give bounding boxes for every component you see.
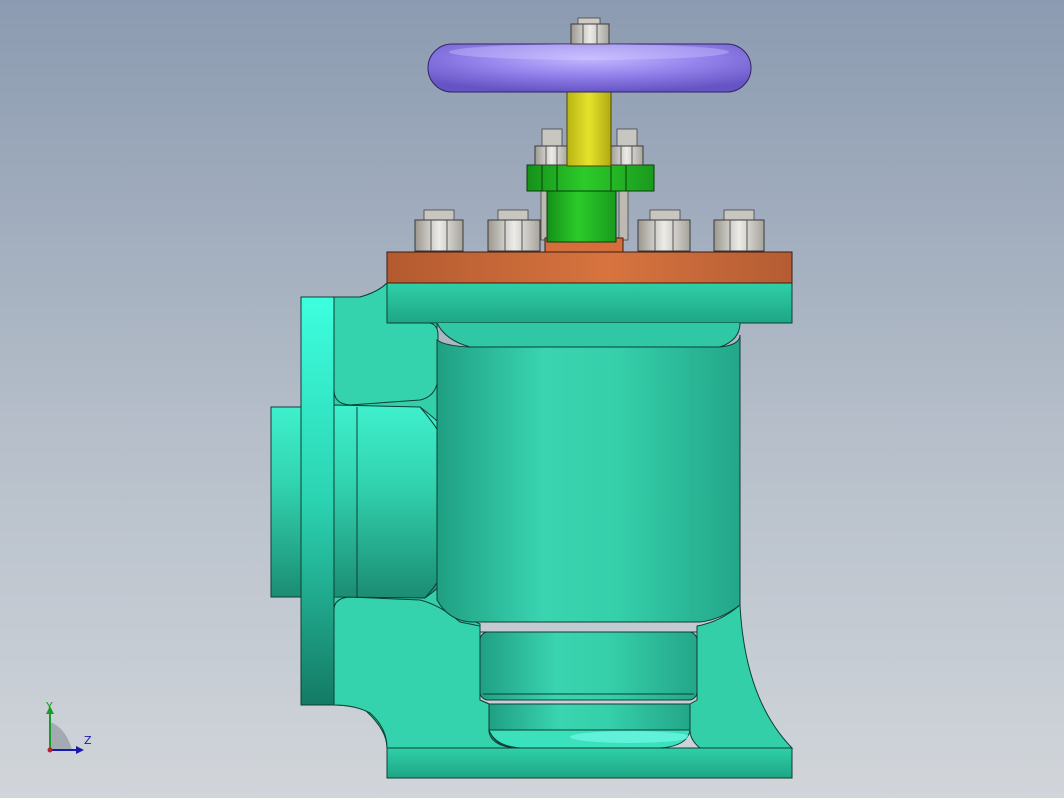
hex-nut-icon xyxy=(609,128,644,166)
hex-nut-icon xyxy=(713,209,765,252)
outlet-bore xyxy=(488,703,691,731)
main-chamber xyxy=(436,334,741,623)
triad-y-label: Y xyxy=(46,700,53,713)
hex-nut-icon xyxy=(637,209,691,252)
hex-nut-icon xyxy=(414,209,464,252)
right-lower-wall xyxy=(689,603,794,749)
inlet-spigot xyxy=(270,406,302,598)
seat-ring xyxy=(479,631,698,701)
cad-viewport[interactable]: Y Z xyxy=(0,0,1064,798)
gland-body xyxy=(546,189,617,243)
hex-nut-icon xyxy=(487,209,541,252)
inlet-flange xyxy=(300,296,335,706)
hex-nut-icon xyxy=(534,128,569,166)
triad-z-label: Z xyxy=(84,734,92,747)
hub-nut-icon xyxy=(570,17,610,45)
valve-stem xyxy=(566,89,612,167)
valve-model xyxy=(46,17,794,779)
coordinate-triad xyxy=(46,706,84,754)
bottom-flange xyxy=(386,747,793,779)
bonnet-flange xyxy=(386,251,793,284)
gland-flange xyxy=(526,164,655,192)
body-top-flange xyxy=(386,282,793,324)
